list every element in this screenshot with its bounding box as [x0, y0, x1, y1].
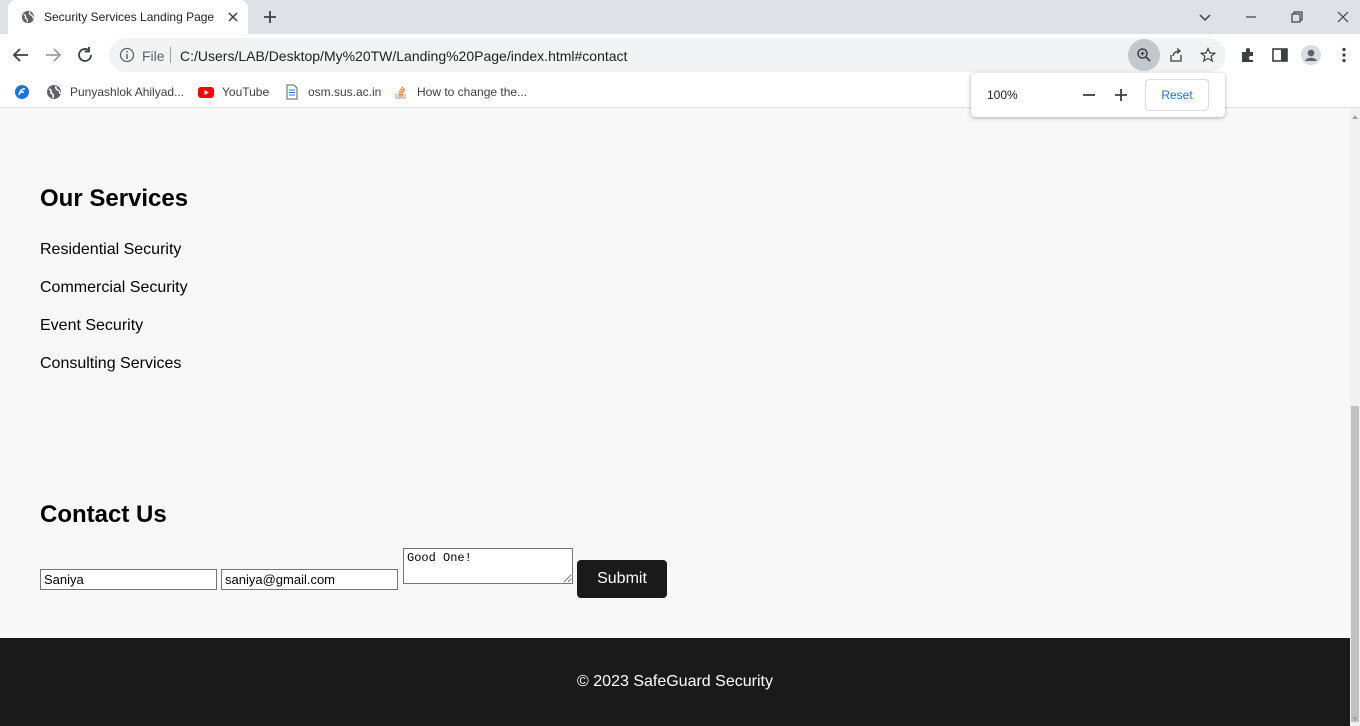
list-item: Commercial Security — [40, 279, 188, 296]
tab-search-icon[interactable] — [1194, 6, 1216, 28]
google-services-icon — [15, 85, 29, 99]
stackoverflow-icon — [395, 86, 406, 99]
submit-button[interactable]: Submit — [577, 560, 667, 598]
bookmark-punyashlok[interactable]: Punyashlok Ahilyad... — [46, 83, 184, 101]
services-list: Residential Security Commercial Security… — [40, 240, 188, 392]
contact-heading: Contact Us — [40, 501, 167, 528]
bookmark-youtube[interactable]: YouTube — [198, 83, 269, 101]
bookmark-google-services[interactable] — [14, 83, 38, 101]
email-input[interactable] — [221, 569, 398, 590]
list-item: Consulting Services — [40, 355, 182, 372]
url-separator — [170, 47, 171, 63]
bookmark-label: YouTube — [222, 85, 270, 99]
address-bar[interactable]: File C:/Users/LAB/Desktop/My%20TW/Landin… — [109, 38, 1226, 72]
profile-avatar-icon[interactable] — [1301, 45, 1321, 65]
bookmark-label: osm.sus.ac.in — [308, 85, 382, 99]
zoom-in-icon[interactable] — [1111, 85, 1131, 105]
minimize-icon[interactable] — [1240, 6, 1262, 28]
close-window-icon[interactable] — [1332, 6, 1354, 28]
bookmark-osm[interactable]: osm.sus.ac.in — [284, 83, 381, 101]
zoom-reset-button[interactable]: Reset — [1145, 79, 1209, 111]
globe-icon — [21, 10, 35, 24]
file-label: File — [142, 48, 165, 64]
name-input[interactable] — [40, 569, 217, 590]
youtube-icon — [198, 87, 214, 98]
globe-icon — [47, 85, 61, 99]
zoom-button[interactable] — [1128, 39, 1160, 71]
back-icon[interactable] — [10, 44, 32, 66]
message-textarea[interactable]: Good One! — [403, 548, 573, 584]
browser-toolbar: File C:/Users/LAB/Desktop/My%20TW/Landin… — [0, 34, 1360, 76]
footer-copyright: © 2023 SafeGuard Security — [577, 673, 773, 690]
tab-strip: Security Services Landing Page — [0, 0, 1360, 34]
more-menu-icon[interactable] — [1334, 45, 1354, 65]
zoom-level: 100% — [987, 88, 1018, 102]
page-viewport: Our Services Residential Security Commer… — [0, 109, 1350, 726]
bookmark-star-icon[interactable] — [1200, 47, 1216, 63]
share-icon[interactable] — [1168, 47, 1184, 63]
scroll-up-icon[interactable] — [1351, 113, 1359, 121]
zoom-popup: 100% Reset — [971, 73, 1225, 117]
list-item: Residential Security — [40, 241, 182, 258]
scroll-down-icon[interactable] — [1351, 715, 1359, 723]
new-tab-icon[interactable] — [260, 7, 280, 27]
tab-title: Security Services Landing Page — [44, 10, 215, 24]
zoom-icon — [1137, 48, 1151, 62]
restore-icon[interactable] — [1286, 6, 1308, 28]
zoom-out-icon[interactable] — [1079, 85, 1099, 105]
scroll-thumb[interactable] — [1351, 406, 1359, 722]
close-icon[interactable] — [225, 9, 241, 25]
page-scrollbar[interactable] — [1350, 109, 1360, 726]
document-icon — [286, 84, 298, 100]
reload-icon[interactable] — [74, 44, 96, 66]
bookmark-label: Punyashlok Ahilyad... — [70, 85, 185, 99]
bookmark-label: How to change the... — [417, 85, 528, 99]
info-icon[interactable] — [119, 47, 135, 63]
side-panel-icon[interactable] — [1270, 45, 1290, 65]
browser-tab[interactable]: Security Services Landing Page — [8, 0, 248, 34]
services-heading: Our Services — [40, 185, 189, 212]
forward-icon[interactable] — [42, 44, 64, 66]
footer: © 2023 SafeGuard Security — [0, 638, 1350, 726]
bookmark-how-to-change[interactable]: How to change the... — [393, 83, 527, 101]
url-text[interactable]: C:/Users/LAB/Desktop/My%20TW/Landing%20P… — [180, 48, 627, 64]
extensions-icon[interactable] — [1238, 45, 1258, 65]
contact-form: Good One! Submit — [40, 548, 740, 600]
list-item: Event Security — [40, 317, 144, 334]
